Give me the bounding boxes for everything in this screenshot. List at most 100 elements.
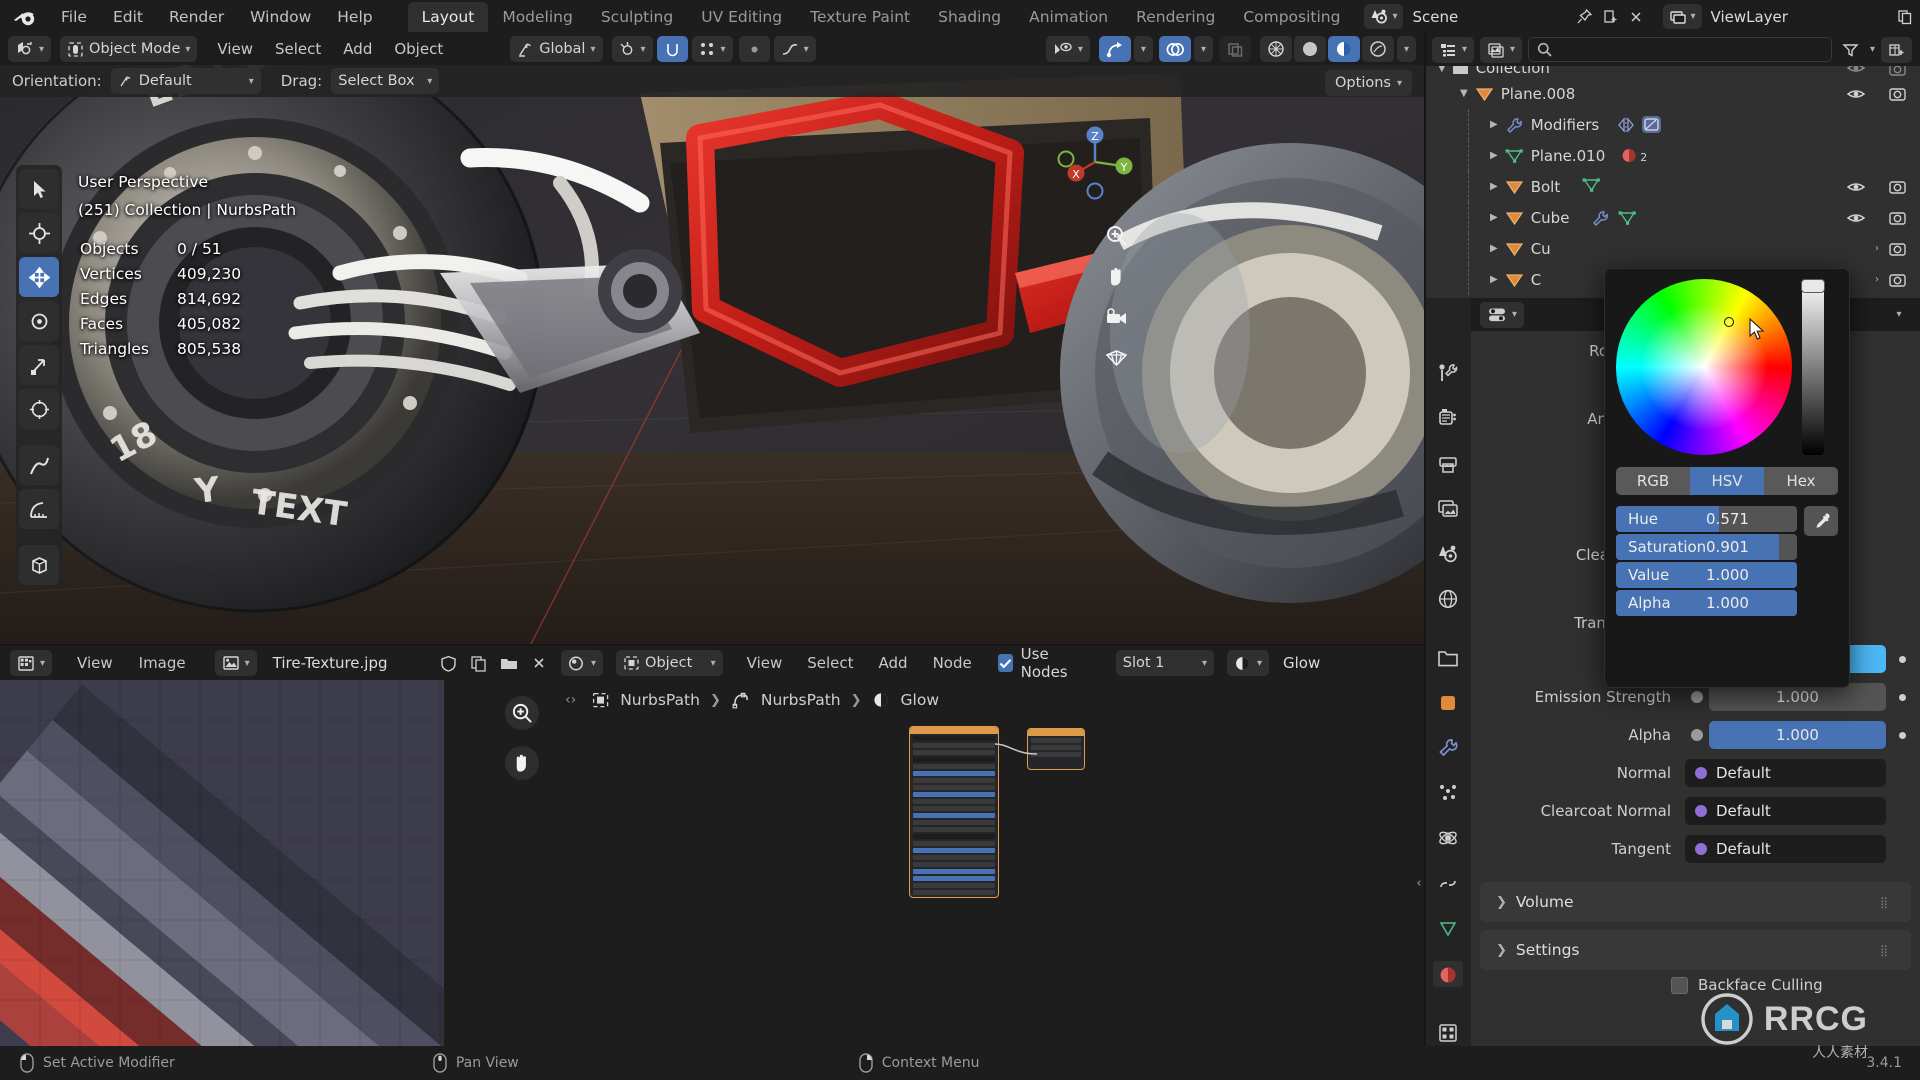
outliner-new-collection-button[interactable]: [1881, 36, 1912, 63]
shader-sidebar-toggle[interactable]: ‹: [1414, 720, 1424, 1046]
interaction-mode-dropdown[interactable]: Object Mode ▾: [60, 36, 198, 62]
scene-name-field[interactable]: Scene: [1403, 4, 1572, 29]
menu-render[interactable]: Render: [156, 5, 237, 29]
camera-icon[interactable]: [1889, 86, 1906, 101]
alpha-slider[interactable]: 1.000: [1709, 721, 1886, 749]
shading-solid[interactable]: [1293, 36, 1326, 62]
image-editor-type-button[interactable]: ▾: [10, 650, 53, 676]
color-wheel-cursor[interactable]: [1724, 317, 1734, 327]
tool-transform[interactable]: [19, 389, 59, 429]
proportional-mode-toggle[interactable]: [738, 36, 770, 62]
shading-dropdown[interactable]: ▾: [1396, 36, 1416, 62]
open-image-icon[interactable]: [496, 651, 522, 676]
eye-icon[interactable]: [1847, 66, 1865, 75]
material-name-field[interactable]: Glow: [1274, 650, 1424, 676]
tangent-input-link[interactable]: Default: [1685, 835, 1886, 863]
wrench-icon[interactable]: [1591, 210, 1610, 226]
tool-scale[interactable]: [19, 345, 59, 385]
viewlayer-browse-button[interactable]: ▾: [1663, 4, 1702, 29]
disclosure-triangle-icon[interactable]: ▶: [1490, 181, 1498, 192]
socket-dot[interactable]: [1685, 691, 1709, 703]
camera-icon[interactable]: [1889, 272, 1906, 287]
tab-particles[interactable]: [1433, 780, 1463, 806]
proportional-editing-toggle[interactable]: ▾: [691, 36, 733, 62]
unlink-image-icon[interactable]: [526, 651, 552, 676]
visibility-dropdown[interactable]: ▾: [1045, 36, 1090, 62]
color-picker-popup[interactable]: RGB HSV Hex Hue 0.571 Saturation 0.901 V…: [1604, 268, 1850, 688]
pan-hand-icon[interactable]: [1099, 259, 1133, 293]
image-editor-canvas[interactable]: ›: [0, 680, 553, 1046]
animate-dot[interactable]: [1899, 655, 1906, 663]
tab-object-data[interactable]: [1433, 916, 1463, 942]
xray-toggle[interactable]: [1218, 36, 1251, 62]
tab-object[interactable]: [1433, 690, 1463, 716]
disclosure-triangle-icon[interactable]: ▶: [1490, 150, 1498, 161]
pin-icon[interactable]: [1571, 4, 1597, 29]
shader-node-canvas[interactable]: ‹: [553, 720, 1424, 1046]
menu-file[interactable]: File: [48, 5, 100, 29]
gizmo-toggle[interactable]: [1098, 36, 1131, 62]
eye-icon[interactable]: [1847, 211, 1865, 225]
tab-modifiers[interactable]: [1433, 735, 1463, 761]
clearcoat-normal-input-link[interactable]: Default: [1685, 797, 1886, 825]
property-row-clearcoat-normal[interactable]: Clearcoat Normal Default: [1471, 792, 1920, 830]
property-row-alpha[interactable]: Alpha 1.000: [1471, 716, 1920, 754]
blender-logo-icon[interactable]: [12, 6, 38, 28]
shading-rendered[interactable]: [1361, 36, 1394, 62]
properties-collapse-icon[interactable]: ▾: [1886, 302, 1912, 327]
disclosure-triangle-icon[interactable]: ▶: [1490, 243, 1498, 254]
tab-texture[interactable]: [1433, 1020, 1463, 1046]
overlays-toggle[interactable]: [1158, 36, 1191, 62]
color-mode-hex[interactable]: Hex: [1764, 467, 1838, 495]
shader-editor[interactable]: ▾ Object ▾ View Select Add Node Use Node…: [553, 645, 1424, 1046]
outliner-tree[interactable]: ▼ Collection ▼ Plane.008 ▶ Modifiers ▶ P…: [1424, 66, 1920, 298]
drag-dropdown[interactable]: Select Box ▾: [331, 68, 440, 94]
panel-settings[interactable]: ❯ Settings ⣿: [1480, 930, 1911, 970]
outliner-filter-icon[interactable]: [1838, 37, 1864, 62]
shader-menu-select[interactable]: Select: [796, 652, 864, 674]
shader-menu-node[interactable]: Node: [922, 652, 983, 674]
use-nodes-checkbox[interactable]: [997, 654, 1013, 672]
outliner-row-plane-008[interactable]: ▼ Plane.008: [1424, 78, 1920, 109]
shading-material-preview[interactable]: [1327, 36, 1360, 62]
backface-culling-checkbox[interactable]: [1671, 976, 1688, 994]
tab-layout[interactable]: Layout: [407, 1, 489, 32]
menu-edit[interactable]: Edit: [100, 5, 156, 29]
color-mode-hsv[interactable]: HSV: [1690, 467, 1764, 495]
normal-input-link[interactable]: Default: [1685, 759, 1886, 787]
tool-annotate[interactable]: [19, 445, 59, 485]
viewport-3d[interactable]: 18 Y TEXT ER CUS: [0, 33, 1424, 646]
outliner-row-bolt[interactable]: ▶ Bolt: [1424, 171, 1920, 202]
camera-icon[interactable]: [1889, 210, 1906, 225]
disclosure-triangle-icon[interactable]: ▼: [1438, 66, 1446, 74]
image-editor-menu-image[interactable]: Image: [128, 652, 197, 674]
gizmo-options-dropdown[interactable]: ▾: [1133, 36, 1153, 62]
editor-type-button[interactable]: ▾: [8, 36, 52, 62]
mesh-data-icon[interactable]: [1618, 210, 1637, 226]
shading-wireframe[interactable]: [1259, 36, 1292, 62]
menu-window[interactable]: Window: [237, 5, 324, 29]
unlink-scene-icon[interactable]: [1623, 4, 1649, 29]
image-editor[interactable]: ▾ View Image ▾ Tire-Texture.jpg ›: [0, 646, 553, 1046]
tool-rotate[interactable]: [19, 301, 59, 341]
camera-icon[interactable]: [1889, 241, 1906, 256]
shader-menu-add[interactable]: Add: [868, 652, 919, 674]
tab-tool[interactable]: [1433, 360, 1463, 386]
breadcrumb-item-0[interactable]: NurbsPath: [620, 691, 700, 709]
falloff-curve-dropdown[interactable]: ▾: [773, 36, 816, 62]
viewport-menu-view[interactable]: View: [206, 38, 264, 60]
outliner-search-input[interactable]: [1528, 37, 1832, 62]
outliner-row-modifiers[interactable]: ▶ Modifiers: [1424, 109, 1920, 140]
panel-grip-icon[interactable]: ⣿: [1880, 945, 1889, 956]
channel-alpha[interactable]: Alpha 1.000: [1616, 590, 1797, 616]
pan-hand-icon[interactable]: [505, 746, 539, 780]
fake-user-icon[interactable]: [436, 651, 462, 676]
outliner-row-plane-010[interactable]: ▶ Plane.010 2: [1424, 140, 1920, 171]
property-row-tangent[interactable]: Tangent Default: [1471, 830, 1920, 868]
tool-add-cube[interactable]: [19, 545, 59, 585]
disclosure-triangle-icon[interactable]: ▶: [1490, 119, 1498, 130]
shader-editor-type-button[interactable]: ▾: [561, 650, 604, 676]
tab-shading[interactable]: Shading: [924, 2, 1015, 32]
editor-split-horizontal[interactable]: [0, 644, 1424, 646]
eye-icon[interactable]: [1847, 87, 1865, 101]
